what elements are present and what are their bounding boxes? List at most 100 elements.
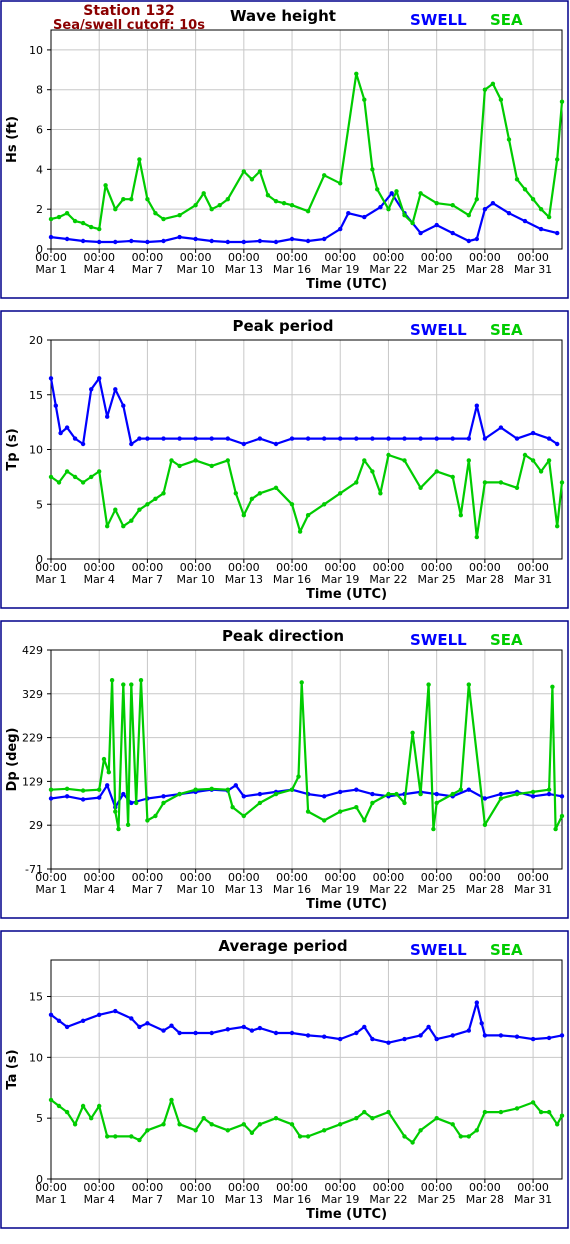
- data-point-sea: [97, 1103, 102, 1109]
- data-point-sea: [249, 1130, 255, 1135]
- x-tick-date: Mar 19: [321, 263, 359, 276]
- data-point-swell: [466, 1028, 471, 1033]
- station-report: 0 2 4 6 8 10 00:00 Mar 1 00:00 Mar 4 00:00 Mar 7 00:…: [0, 0, 570, 1244]
- data-point-sea: [434, 1116, 439, 1121]
- data-point-swell: [48, 796, 54, 801]
- data-point-swell: [64, 236, 70, 242]
- data-point-swell: [418, 436, 423, 441]
- legend-swell: SWELL: [410, 631, 467, 649]
- chart-panel-0: 024681000:00Mar 100:00Mar 400:00Mar 700:…: [0, 0, 569, 299]
- y-axis-label: Dp (deg): [5, 728, 20, 792]
- data-point-swell: [89, 387, 94, 392]
- data-point-swell: [64, 425, 70, 430]
- data-point-swell: [555, 441, 560, 447]
- data-point-sea: [72, 1122, 78, 1127]
- legend-sea: SEA: [490, 11, 523, 29]
- x-tick-date: Mar 31: [514, 1193, 552, 1206]
- data-point-sea: [362, 818, 367, 823]
- data-point-sea: [48, 216, 54, 222]
- data-point-sea: [482, 87, 488, 92]
- data-point-swell: [161, 436, 166, 441]
- data-point-sea: [474, 534, 479, 540]
- data-point-sea: [138, 678, 144, 683]
- data-point-swell: [466, 436, 471, 441]
- data-point-swell: [305, 238, 311, 244]
- data-point-sea: [466, 458, 471, 463]
- data-point-swell: [58, 430, 63, 436]
- x-tick-date: Mar 28: [466, 883, 504, 896]
- legend-sea: SEA: [490, 941, 523, 959]
- data-point-sea: [273, 485, 279, 490]
- x-tick-date: Mar 7: [132, 883, 163, 896]
- data-point-sea: [418, 791, 423, 797]
- x-tick-date: Mar 10: [176, 1193, 214, 1206]
- y-tick-label: 329: [22, 688, 43, 701]
- data-point-sea: [297, 1134, 303, 1139]
- data-point-swell: [241, 239, 246, 245]
- data-point-sea: [257, 800, 263, 806]
- data-point-sea: [169, 1097, 174, 1103]
- data-point-swell: [450, 436, 455, 441]
- data-point-swell: [490, 201, 496, 206]
- data-point-sea: [97, 469, 102, 474]
- legend-sea: SEA: [490, 321, 523, 339]
- data-point-sea: [370, 800, 375, 806]
- data-point-sea: [450, 203, 455, 208]
- data-point-sea: [498, 480, 504, 485]
- data-point-sea: [105, 524, 110, 529]
- data-point-swell: [209, 436, 214, 441]
- data-point-swell: [48, 1012, 54, 1017]
- data-point-swell: [555, 230, 560, 236]
- data-point-swell: [466, 787, 471, 792]
- data-point-sea: [273, 1116, 279, 1121]
- y-tick-label: 229: [22, 732, 43, 745]
- data-point-sea: [431, 826, 436, 832]
- x-axis-label: Time (UTC): [306, 897, 387, 912]
- data-point-sea: [555, 524, 560, 529]
- data-point-sea: [103, 183, 108, 188]
- data-point-swell: [370, 791, 375, 797]
- data-point-swell: [538, 226, 544, 232]
- data-point-sea: [402, 458, 407, 463]
- x-tick-date: Mar 31: [514, 573, 552, 586]
- data-point-sea: [257, 169, 263, 174]
- data-point-sea: [402, 1134, 407, 1139]
- data-point-sea: [338, 491, 343, 496]
- x-tick-date: Mar 4: [84, 883, 115, 896]
- data-point-sea: [249, 177, 255, 182]
- data-point-swell: [233, 783, 238, 788]
- x-tick-date: Mar 25: [418, 263, 456, 276]
- data-point-sea: [514, 1106, 520, 1111]
- y-tick-label: 4: [36, 163, 43, 176]
- data-point-swell: [402, 1036, 407, 1042]
- data-point-swell: [137, 1024, 142, 1030]
- data-point-sea: [458, 787, 463, 792]
- data-point-sea: [193, 1128, 198, 1133]
- data-point-sea: [450, 791, 455, 797]
- chart-title: Peak period: [233, 317, 334, 335]
- data-point-swell: [546, 791, 552, 797]
- y-tick-label: 5: [36, 1112, 43, 1125]
- data-point-sea: [161, 1122, 166, 1127]
- y-tick-label: 429: [22, 644, 43, 657]
- chart-title: Wave height: [230, 7, 336, 25]
- data-point-sea: [322, 502, 327, 507]
- data-point-sea: [125, 822, 131, 827]
- x-tick-date: Mar 25: [418, 1193, 456, 1206]
- y-tick-label: 20: [29, 334, 43, 347]
- data-point-sea: [145, 1128, 150, 1133]
- data-point-sea: [410, 1140, 415, 1145]
- data-point-sea: [354, 805, 359, 810]
- data-point-sea: [209, 207, 214, 212]
- data-point-swell: [113, 1008, 118, 1014]
- data-point-swell: [434, 222, 439, 228]
- data-point-swell: [378, 205, 383, 210]
- y-tick-label: 5: [36, 498, 43, 511]
- data-point-swell: [354, 787, 359, 792]
- data-point-swell: [305, 1033, 311, 1038]
- x-tick-date: Mar 28: [466, 573, 504, 586]
- y-tick-label: 10: [29, 44, 43, 57]
- data-point-sea: [450, 474, 455, 480]
- data-point-swell: [466, 238, 471, 244]
- x-tick-date: Mar 22: [369, 883, 407, 896]
